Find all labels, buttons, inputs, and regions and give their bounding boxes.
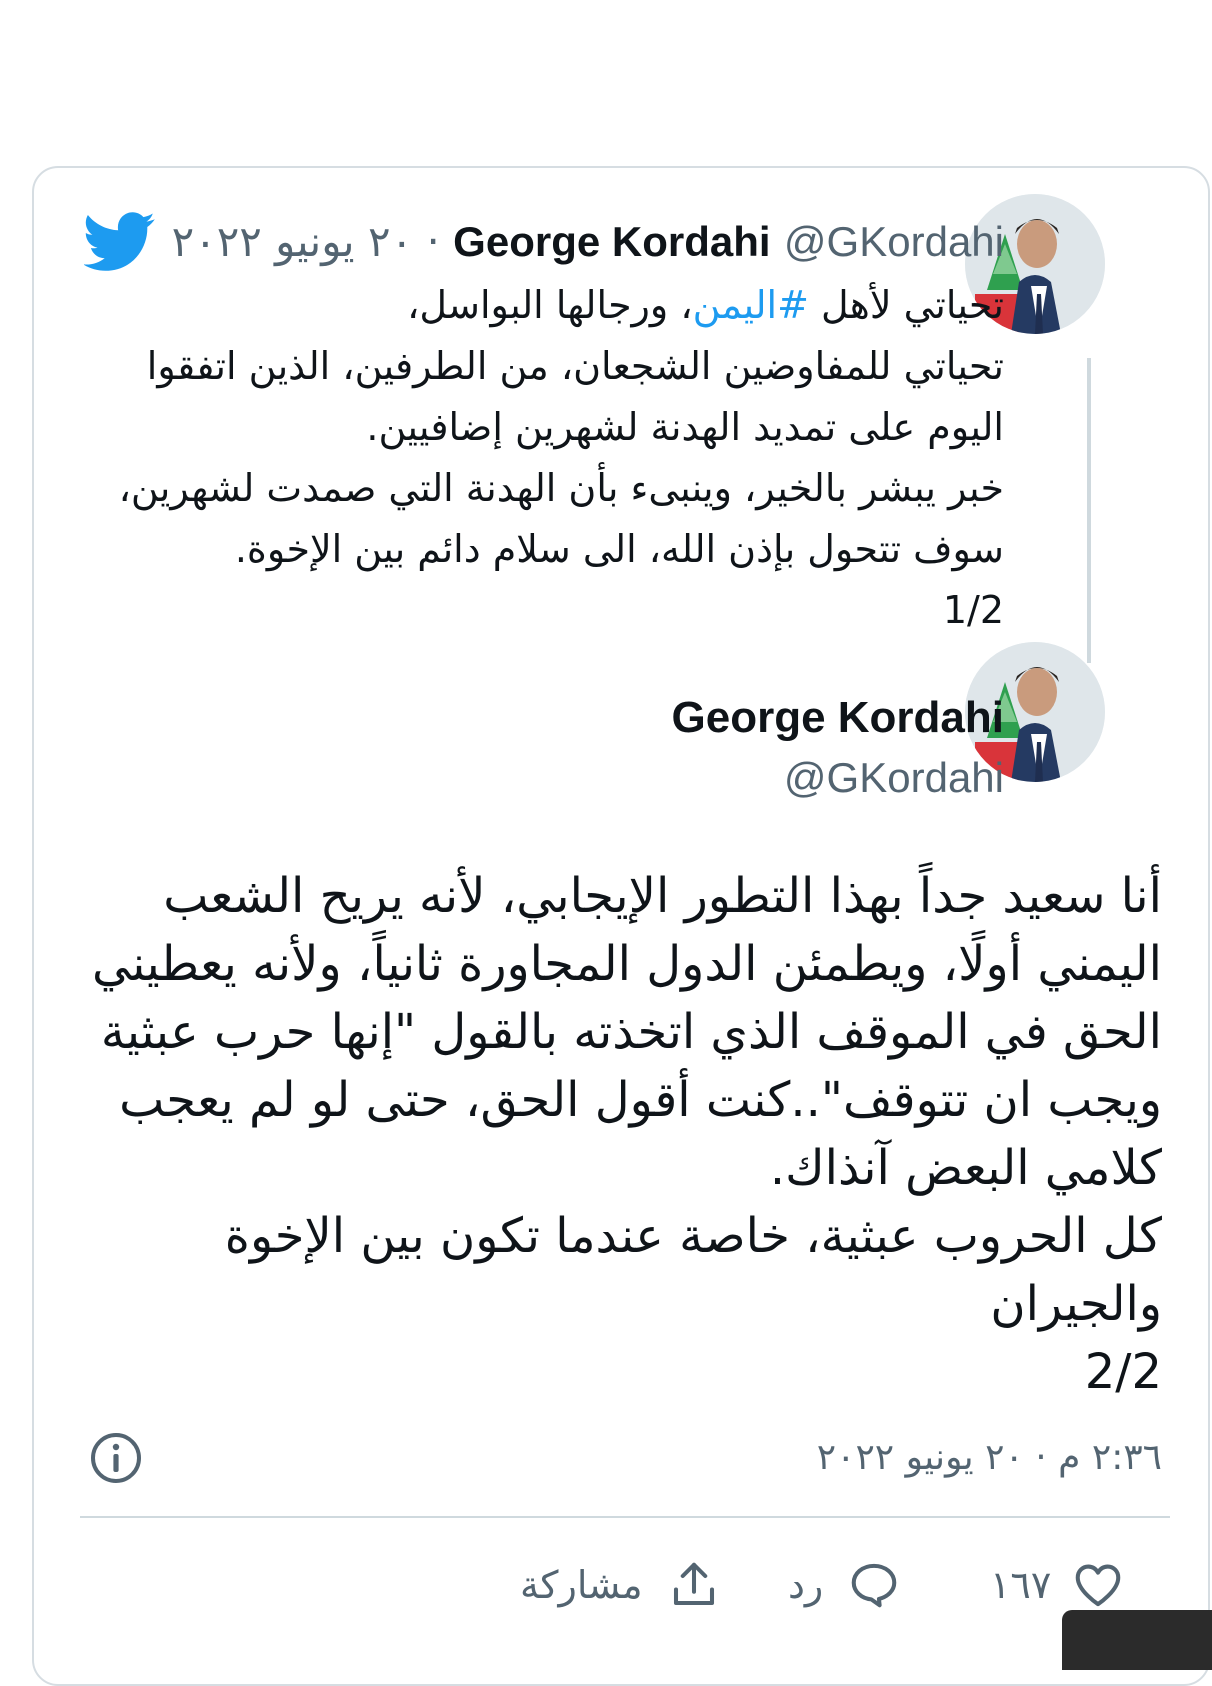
overlay-corner-tab — [1062, 1610, 1212, 1670]
parent-author-handle[interactable]: @GKordahi — [784, 218, 1004, 265]
tweet-timestamp[interactable]: ٢:٣٦ م · ٢٠ يونيو ٢٠٢٢ — [817, 1432, 1162, 1484]
parent-author-name[interactable]: George Kordahi — [453, 218, 770, 265]
comment-bubble-icon — [852, 1563, 897, 1608]
hashtag-link[interactable]: #اليمن — [693, 283, 809, 327]
share-label: مشاركة — [520, 1563, 643, 1607]
share-button[interactable]: مشاركة — [520, 1555, 721, 1615]
parent-text-part-2: ، ورجالها البواسل، تحياتي للمفاوضين الشج… — [118, 283, 1004, 632]
share-upload-icon — [673, 1562, 714, 1606]
info-icon[interactable] — [90, 1432, 142, 1484]
meta-separator: · — [426, 217, 440, 266]
main-author-handle[interactable]: @GKordahi — [784, 750, 1004, 806]
main-author-name[interactable]: George Kordahi — [672, 690, 1005, 746]
parent-tweet-text: تحياتي لأهل #اليمن، ورجالها البواسل، تحي… — [74, 275, 1004, 641]
reply-button[interactable]: رد — [788, 1555, 901, 1615]
main-tweet-text: أنا سعيد جداً بهذا التطور الإيجابي، لأنه… — [91, 868, 1162, 1400]
thread-connector-line — [1087, 358, 1091, 663]
twitter-bird-icon[interactable] — [84, 212, 156, 272]
parent-tweet-header: George Kordahi @GKordahi · ٢٠ يونيو ٢٠٢٢ — [172, 214, 1004, 270]
parent-text-part-1: تحياتي لأهل — [808, 283, 1004, 327]
like-button[interactable]: ١٦٧ — [990, 1555, 1125, 1615]
actions-divider — [80, 1516, 1170, 1518]
reply-label: رد — [788, 1563, 824, 1607]
heart-icon — [1075, 1564, 1121, 1607]
like-count: ١٦٧ — [990, 1563, 1052, 1607]
parent-tweet-date[interactable]: ٢٠ يونيو ٢٠٢٢ — [172, 217, 414, 266]
